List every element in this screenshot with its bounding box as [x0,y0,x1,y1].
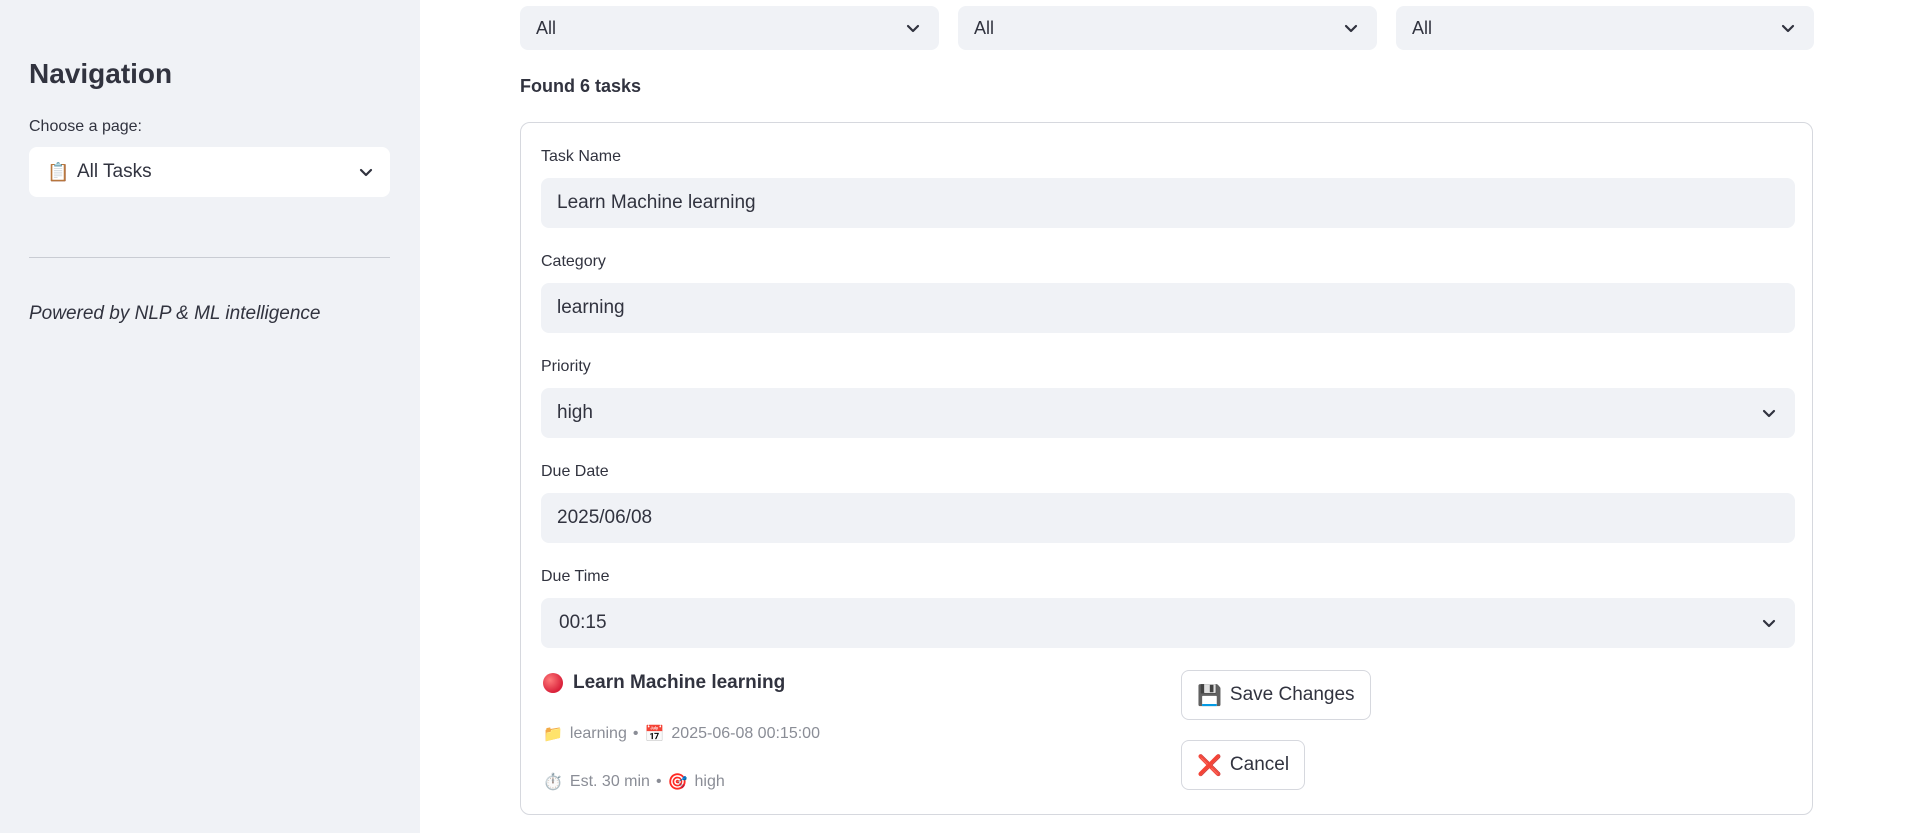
chevron-down-icon [1762,409,1776,418]
filter-value: All [974,17,995,38]
task-name-label: Task Name [541,148,622,165]
target-icon: 🎯 [667,774,688,791]
save-changes-button[interactable]: 💾 Save Changes [1181,670,1371,720]
chevron-down-icon [359,168,373,177]
chevron-down-icon [1344,24,1358,33]
due-date-label: Due Date [541,463,609,480]
task-summary-name: Learn Machine learning [573,672,786,693]
task-edit-card: Task Name Learn Machine learning Categor… [520,122,1813,815]
app: Navigation Choose a page: 📋 All Tasks Po… [0,0,1917,833]
due-time-value: 00:15 [559,612,607,633]
powered-by-text: Powered by NLP & ML intelligence [29,303,321,324]
task-name-input[interactable]: Learn Machine learning [541,178,1795,228]
chevron-down-icon [1781,24,1795,33]
task-meta-priority: high [694,773,725,790]
separator: • [632,725,639,742]
chevron-down-icon [1762,619,1776,628]
save-changes-label: Save Changes [1229,684,1355,705]
sidebar-title: Navigation [29,58,173,89]
filter-select-2[interactable]: All [958,6,1377,50]
chevron-down-icon [906,24,920,33]
priority-label: Priority [541,358,591,375]
sidebar-divider [29,257,390,258]
due-time-select[interactable]: 00:15 [541,598,1795,648]
floppy-disk-icon: 💾 [1197,684,1222,707]
cross-mark-icon: ❌ [1197,754,1222,777]
filter-select-3[interactable]: All [1396,6,1814,50]
task-meta-line-2: ⏱️ Est. 30 min • 🎯 high [543,772,725,792]
category-label: Category [541,253,606,270]
task-meta-estimate: Est. 30 min [569,773,650,790]
page-select-value: All Tasks [77,161,152,182]
stopwatch-icon: ⏱️ [543,774,563,791]
folder-icon: 📁 [543,726,563,743]
filter-value: All [536,17,557,38]
sidebar: Navigation Choose a page: 📋 All Tasks Po… [0,0,420,833]
separator: • [655,773,662,790]
task-summary-title: Learn Machine learning [543,672,785,694]
category-value: learning [557,297,625,318]
filter-value: All [1412,17,1433,38]
category-input[interactable]: learning [541,283,1795,333]
task-meta-due: 2025-06-08 00:15:00 [671,725,820,742]
clipboard-icon: 📋 [47,161,70,182]
priority-dot-icon [543,673,563,693]
priority-value: high [557,402,593,423]
task-name-value: Learn Machine learning [557,192,756,213]
filter-select-1[interactable]: All [520,6,939,50]
calendar-icon: 📅 [644,726,665,743]
due-date-value: 2025/06/08 [557,507,653,528]
task-meta-line-1: 📁 learning • 📅 2025-06-08 00:15:00 [543,724,820,744]
results-count: Found 6 tasks [520,76,642,96]
page-select[interactable]: 📋 All Tasks [29,147,390,197]
due-date-input[interactable]: 2025/06/08 [541,493,1795,543]
cancel-label: Cancel [1229,754,1290,775]
cancel-button[interactable]: ❌ Cancel [1181,740,1306,790]
priority-select[interactable]: high [541,388,1795,438]
due-time-label: Due Time [541,568,610,585]
page-select-label: Choose a page: [29,118,142,135]
task-meta-category: learning [569,725,627,742]
